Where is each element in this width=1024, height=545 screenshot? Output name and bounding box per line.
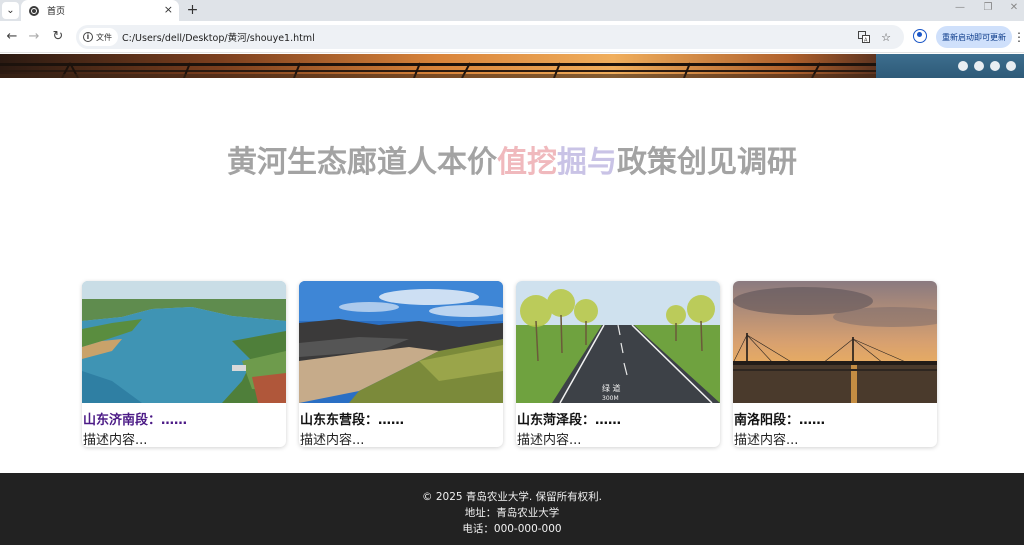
card-description: 描述内容...: [300, 433, 365, 447]
bridge-sunset-image: [733, 281, 937, 403]
title-part-1: 黄河生态廊道人本价: [227, 145, 497, 180]
region-cards: 山东济南段：…… 描述内容... 山东东营段：…… 描述内容... 绿 道 30…: [82, 281, 937, 447]
translate-icon[interactable]: A: [856, 29, 872, 45]
star-icon[interactable]: ☆: [878, 29, 894, 45]
close-window-button[interactable]: ✕: [1006, 2, 1022, 13]
card-title[interactable]: 山东东营段：……: [300, 409, 404, 428]
carousel-dot[interactable]: [990, 61, 1000, 71]
url-text[interactable]: C:/Users/dell/Desktop/黄河/shouye1.html: [122, 30, 315, 44]
reservoir-aerial-image: [82, 281, 286, 403]
footer-phone: 电话：000-000-000: [462, 523, 562, 535]
card-title[interactable]: 山东济南段：……: [83, 409, 187, 428]
forward-button[interactable]: →: [25, 27, 43, 45]
site-chip-label: 文件: [96, 32, 112, 42]
reload-button[interactable]: ↻: [49, 27, 67, 45]
minimize-button[interactable]: —: [952, 2, 968, 13]
page-footer: © 2025 青岛农业大学. 保留所有权利. 地址：青岛农业大学 电话：000-…: [0, 473, 1024, 545]
address-bar[interactable]: i 文件 C:/Users/dell/Desktop/黄河/shouye1.ht…: [76, 25, 904, 49]
tab-title: 首页: [47, 7, 66, 17]
carousel-dot[interactable]: [958, 61, 968, 71]
restore-button[interactable]: ❐: [980, 2, 996, 13]
page-title: 黄河生态廊道人本价值挖掘与政策创见调研: [0, 137, 1024, 181]
card-title[interactable]: 南洛阳段：……: [734, 409, 825, 428]
card-description: 描述内容...: [83, 433, 148, 447]
title-part-2: 值挖: [497, 145, 557, 180]
carousel-dot[interactable]: [974, 61, 984, 71]
region-card-luoyang[interactable]: 南洛阳段：…… 描述内容...: [733, 281, 937, 447]
carousel-side-panel: [876, 54, 1024, 78]
site-info-chip[interactable]: i 文件: [79, 28, 118, 46]
footer-copyright: © 2025 青岛农业大学. 保留所有权利.: [422, 491, 602, 503]
tab-bar: ⌄ 首页 × + — ❐ ✕: [0, 0, 1024, 21]
region-card-heze[interactable]: 绿 道 300M 山东菏泽段：…… 描述内容...: [516, 281, 720, 447]
carousel-dots: [958, 61, 1016, 71]
tab-home[interactable]: 首页 ×: [21, 0, 179, 21]
card-description: 描述内容...: [734, 433, 799, 447]
svg-text:A: A: [864, 38, 868, 44]
hero-carousel: [0, 54, 1024, 78]
region-card-dongying[interactable]: 山东东营段：…… 描述内容...: [299, 281, 503, 447]
new-tab-button[interactable]: +: [184, 1, 201, 18]
road-marking-text-1: 绿 道: [602, 383, 621, 393]
globe-icon: [29, 5, 39, 16]
browser-toolbar: ← → ↻ i 文件 C:/Users/dell/Desktop/黄河/shou…: [0, 21, 1024, 53]
back-button[interactable]: ←: [3, 27, 21, 45]
info-icon: i: [83, 32, 93, 42]
profile-icon[interactable]: [913, 29, 927, 43]
title-part-3: 掘与: [557, 145, 617, 180]
kebab-menu-icon[interactable]: ⋮: [1013, 26, 1024, 48]
tab-search-icon[interactable]: ⌄: [2, 2, 19, 19]
update-button[interactable]: 重新启动即可更新: [936, 26, 1012, 48]
card-description: 描述内容...: [517, 433, 582, 447]
river-canyon-image: [299, 281, 503, 403]
title-part-4: 政策创见调研: [617, 145, 797, 180]
greenway-road-image: 绿 道 300M: [516, 281, 720, 403]
tab-close-icon[interactable]: ×: [164, 3, 173, 17]
footer-address: 地址：青岛农业大学: [464, 507, 560, 519]
region-card-jinan[interactable]: 山东济南段：…… 描述内容...: [82, 281, 286, 447]
road-marking-text-2: 300M: [602, 395, 619, 402]
carousel-dot[interactable]: [1006, 61, 1016, 71]
bridge-banner-image: [0, 54, 876, 78]
card-title[interactable]: 山东菏泽段：……: [517, 409, 621, 428]
